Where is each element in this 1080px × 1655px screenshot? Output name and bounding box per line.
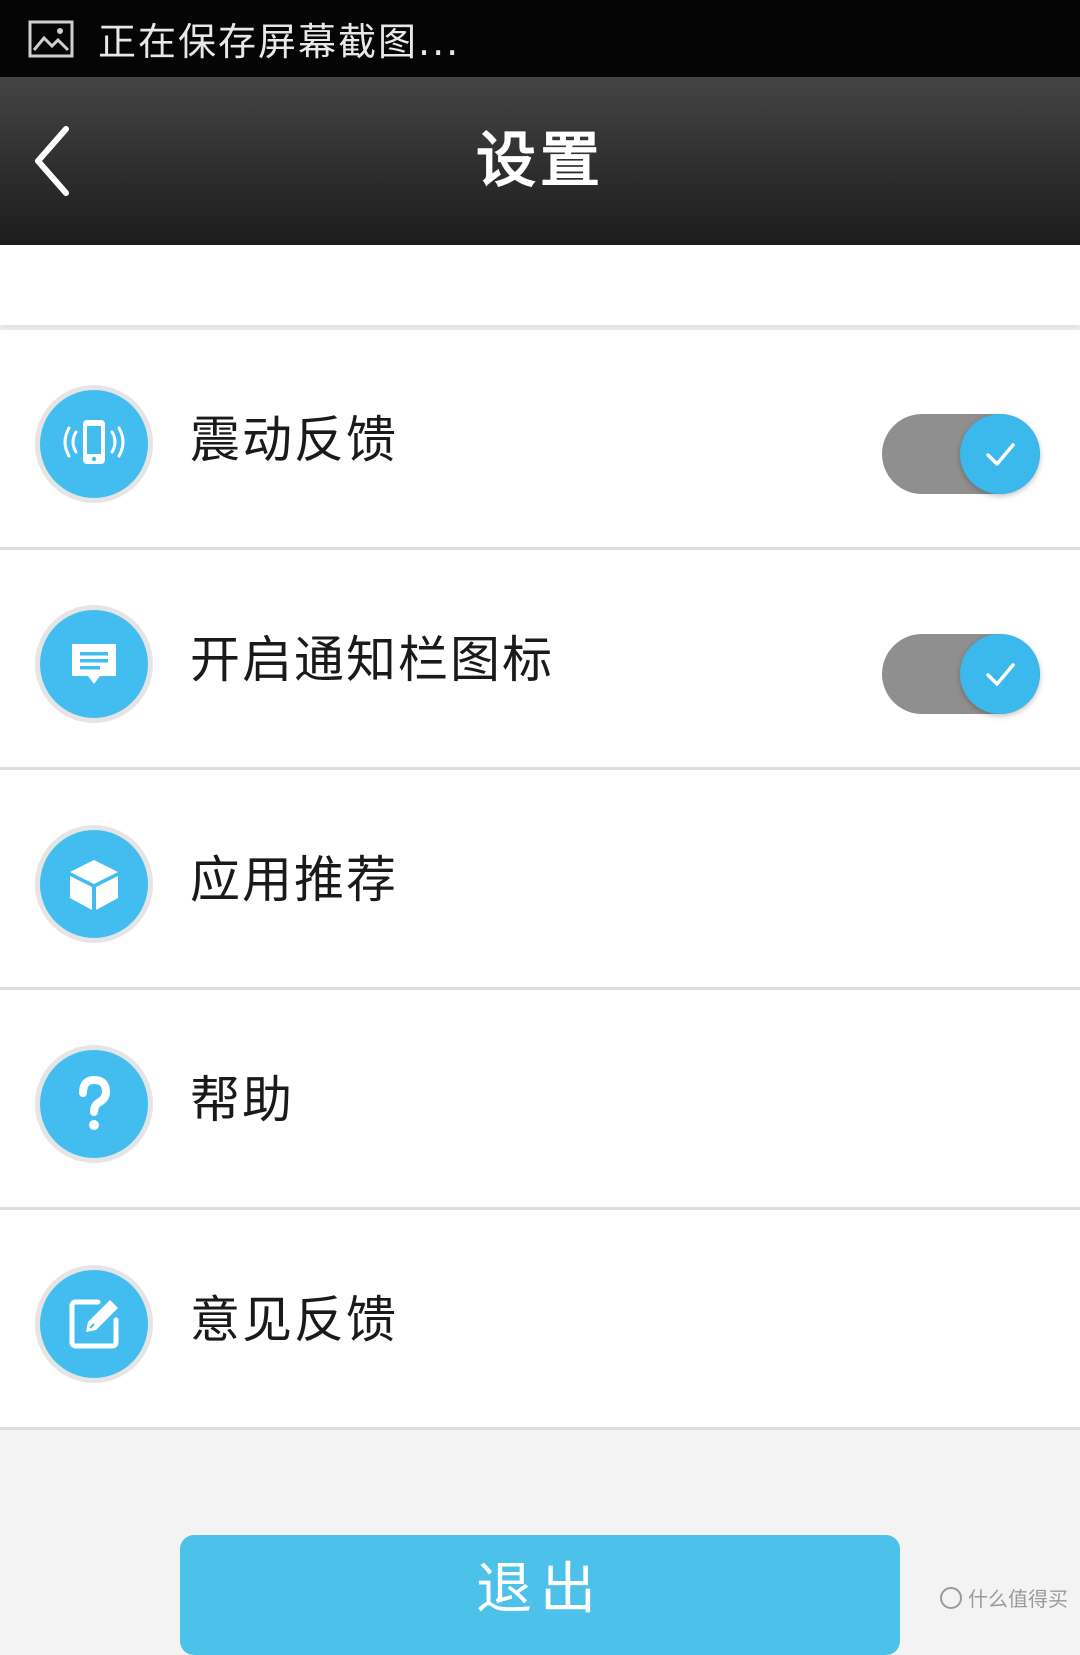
logout-button[interactable]: 退出 [180,1535,900,1655]
toggle-knob [960,414,1040,494]
vibration-toggle[interactable] [882,414,1040,494]
settings-list: 震动反馈 开启通知栏图标 应用推荐 帮助 意见反馈 [0,330,1080,1430]
vibrate-phone-icon [40,390,148,498]
setting-row-feedback[interactable]: 意见反馈 [0,1210,1080,1430]
setting-row-vibration[interactable]: 震动反馈 [0,330,1080,550]
help-icon [40,1050,148,1158]
previous-section [0,245,1080,325]
setting-label: 开启通知栏图标 [190,631,554,689]
watermark-text: 什么值得买 [968,1587,1068,1611]
watermark: 什么值得买 [940,1583,1068,1612]
setting-row-notification-icon[interactable]: 开启通知栏图标 [0,550,1080,770]
check-icon [986,663,1015,686]
setting-label: 应用推荐 [190,851,398,909]
setting-label: 震动反馈 [190,411,398,469]
cube-icon [40,830,148,938]
message-icon [40,610,148,718]
notification-toggle[interactable] [882,634,1040,714]
title-bar: 设置 [0,77,1080,245]
edit-icon [40,1270,148,1378]
check-icon [986,443,1015,466]
status-bar: 正在保存屏幕截图... [0,0,1080,77]
setting-label: 意见反馈 [190,1291,398,1349]
watermark-logo-icon [940,1586,962,1609]
setting-label: 帮助 [190,1071,294,1129]
toggle-knob [960,634,1040,714]
status-text: 正在保存屏幕截图... [98,20,461,64]
setting-row-app-recommend[interactable]: 应用推荐 [0,770,1080,990]
image-icon [28,20,74,57]
page-title: 设置 [476,126,604,196]
setting-row-help[interactable]: 帮助 [0,990,1080,1210]
